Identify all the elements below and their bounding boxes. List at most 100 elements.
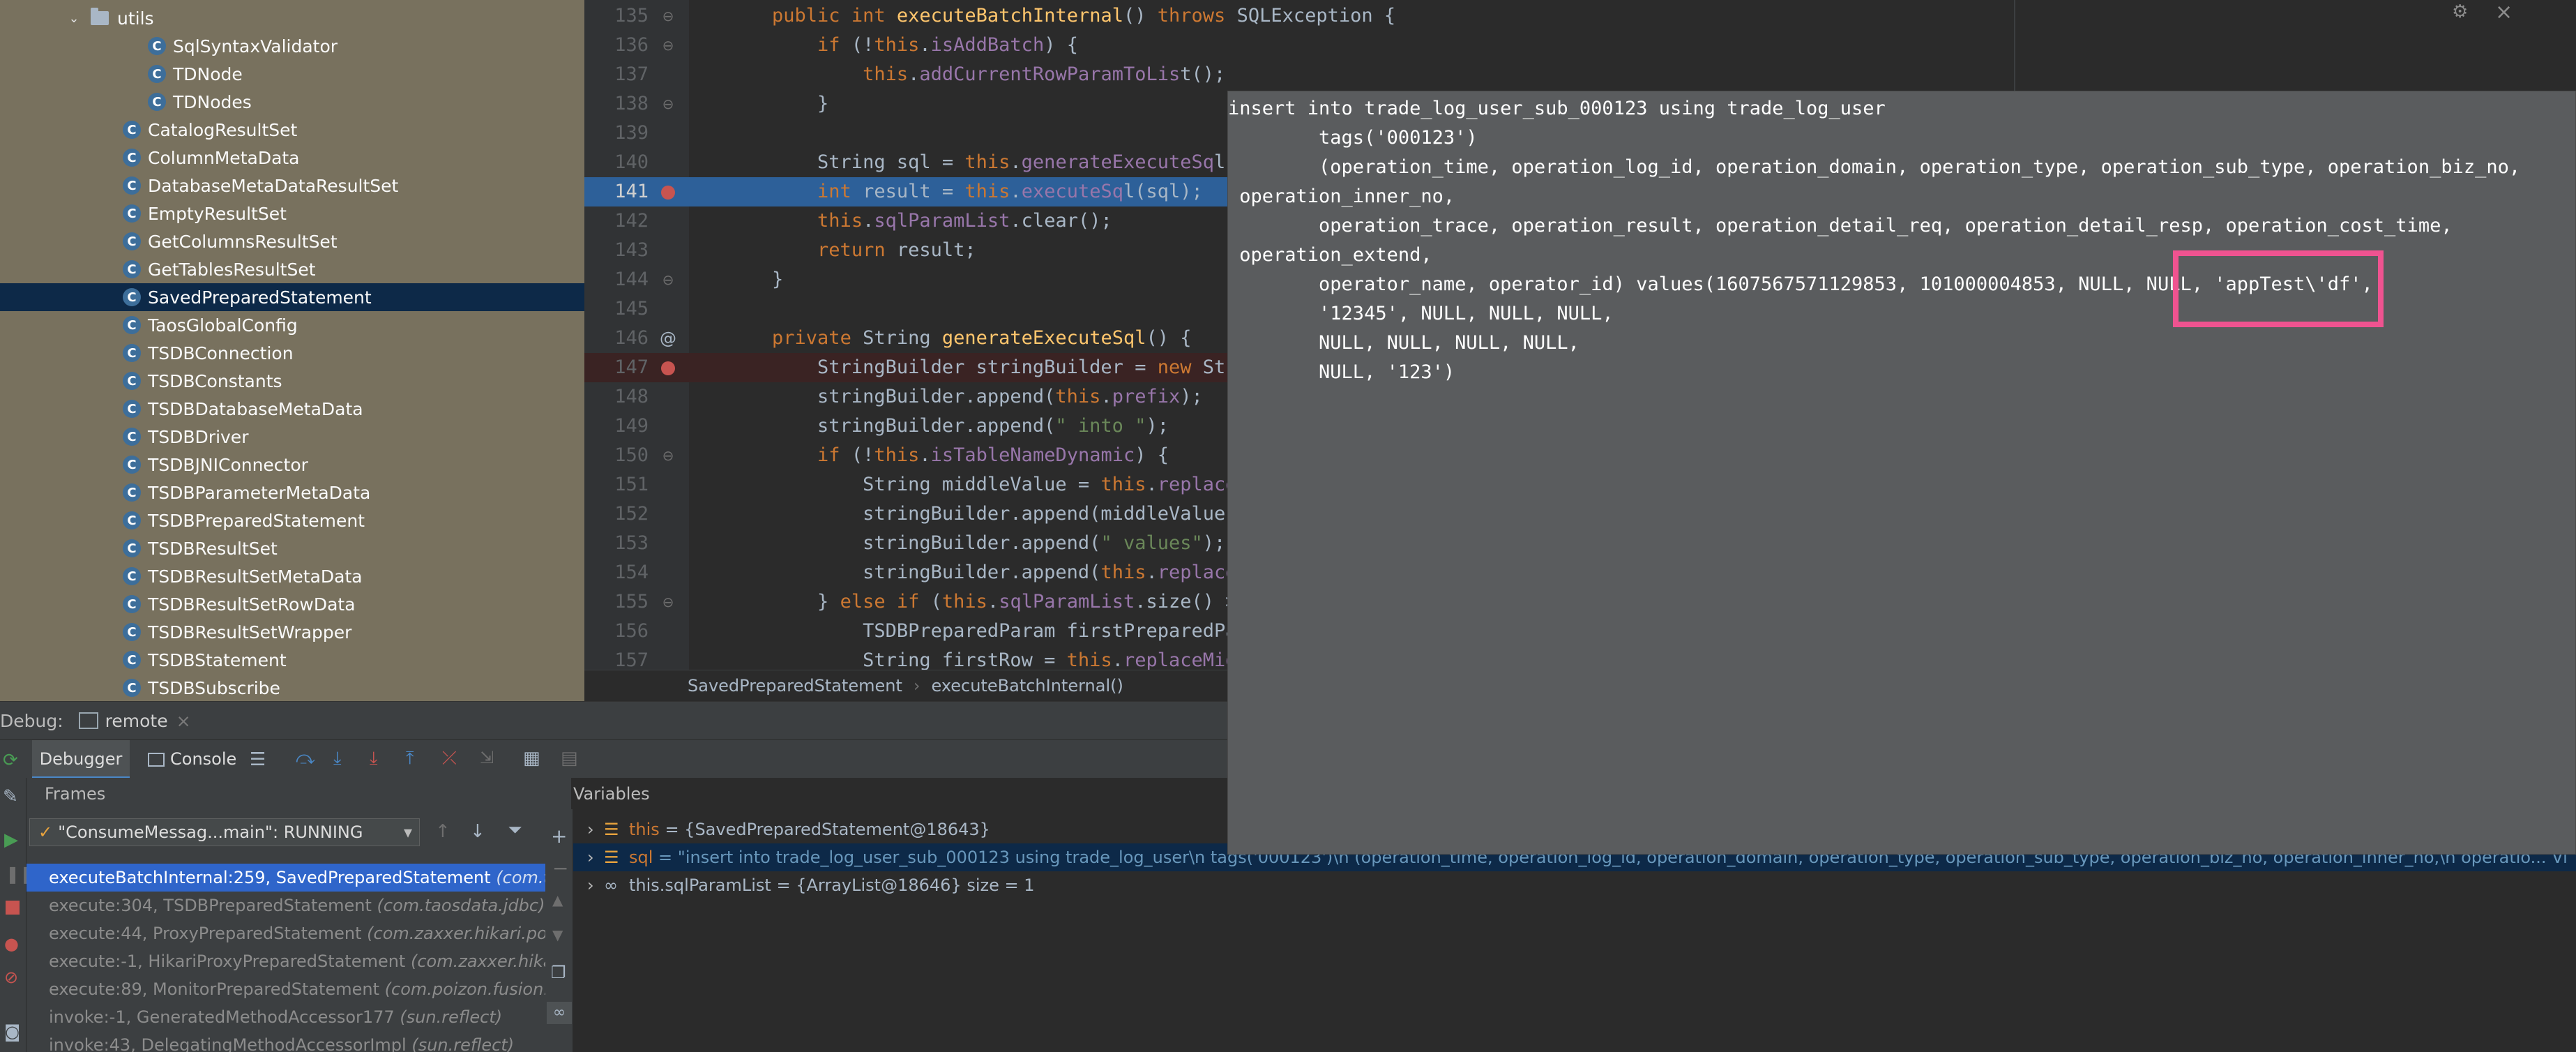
fold-icon[interactable]: ⊖: [660, 89, 676, 119]
tab-console[interactable]: Console: [148, 740, 236, 779]
fold-icon[interactable]: ⊖: [660, 265, 676, 294]
run-to-cursor-icon[interactable]: ⇲: [480, 748, 494, 767]
line-number[interactable]: 141: [584, 177, 649, 206]
view-breakpoints-icon[interactable]: ●: [4, 934, 19, 954]
stop-icon[interactable]: [6, 901, 20, 915]
tree-item[interactable]: C TSDBSubscribe: [0, 674, 584, 701]
move-up-icon[interactable]: ▲: [552, 892, 563, 908]
next-frame-icon[interactable]: ↓: [470, 821, 485, 842]
tree-item[interactable]: C GetTablesResultSet: [0, 255, 584, 283]
camera-icon[interactable]: ◙: [4, 1022, 20, 1042]
tree-item[interactable]: C CatalogResultSet: [0, 116, 584, 144]
tree-item[interactable]: C TSDBDriver: [0, 423, 584, 451]
fold-icon[interactable]: ⊖: [660, 31, 676, 60]
force-step-into-icon[interactable]: ⤓: [370, 748, 378, 769]
breadcrumb-class[interactable]: SavedPreparedStatement: [688, 676, 902, 696]
tree-item[interactable]: C TSDBResultSetWrapper: [0, 618, 584, 646]
thread-selector[interactable]: ✓ "ConsumeMessag...main": RUNNING ▾: [29, 818, 420, 846]
expand-icon[interactable]: ›: [587, 843, 604, 871]
step-over-icon[interactable]: ⤼: [296, 748, 315, 769]
line-number[interactable]: 151: [584, 470, 649, 499]
show-watches-icon[interactable]: ∞: [547, 1002, 572, 1024]
line-number[interactable]: 137: [584, 60, 649, 89]
line-number[interactable]: 149: [584, 412, 649, 441]
tree-item[interactable]: C EmptyResultSet: [0, 200, 584, 227]
stack-frame[interactable]: invoke:43, DelegatingMethodAccessorImpl …: [26, 1031, 571, 1052]
trace-icon[interactable]: ▤: [561, 748, 578, 769]
value-tooltip-popup[interactable]: insert into trade_log_user_sub_000123 us…: [1227, 91, 2576, 855]
line-number[interactable]: 143: [584, 236, 649, 265]
line-number[interactable]: 155: [584, 587, 649, 617]
tree-item[interactable]: C TSDBDatabaseMetaData: [0, 395, 584, 423]
line-number[interactable]: 144: [584, 265, 649, 294]
tree-item[interactable]: ⌄ utils: [0, 4, 584, 32]
tree-item[interactable]: C TDNodes: [0, 88, 584, 116]
copy-icon[interactable]: ❐: [551, 963, 566, 982]
stack-frame[interactable]: execute:304, TSDBPreparedStatement (com.…: [26, 892, 571, 919]
stack-frame[interactable]: execute:44, ProxyPreparedStatement (com.…: [26, 919, 571, 947]
mute-breakpoints-icon[interactable]: ⊘: [4, 968, 18, 987]
tree-item[interactable]: C SqlSyntaxValidator: [0, 32, 584, 60]
line-number[interactable]: 136: [584, 31, 649, 60]
fold-icon[interactable]: ⊖: [660, 1, 676, 31]
settings-icon[interactable]: ✎: [3, 786, 18, 807]
add-watch-icon[interactable]: +: [551, 825, 567, 848]
remove-watch-icon[interactable]: −: [552, 857, 568, 880]
variable-row[interactable]: › ☰ this = {SavedPreparedStatement@18643}: [587, 816, 990, 843]
tree-item[interactable]: C DatabaseMetaDataResultSet: [0, 172, 584, 200]
expand-icon[interactable]: ›: [587, 871, 604, 899]
line-number[interactable]: 148: [584, 382, 649, 412]
inspection-icon[interactable]: ⚙: [2452, 1, 2468, 22]
previous-frame-icon[interactable]: ↑: [435, 821, 450, 842]
close-session-icon[interactable]: ×: [176, 711, 191, 731]
line-number[interactable]: 153: [584, 529, 649, 558]
code-line[interactable]: 137 this.addCurrentRowParamToList();: [584, 60, 2576, 89]
tree-item[interactable]: C TSDBConnection: [0, 339, 584, 367]
tree-item[interactable]: C TSDBResultSet: [0, 534, 584, 562]
line-number[interactable]: 152: [584, 499, 649, 529]
breakpoint-icon[interactable]: [660, 177, 676, 206]
tree-item[interactable]: C TSDBResultSetRowData: [0, 590, 584, 618]
line-number[interactable]: 147: [584, 353, 649, 382]
close-icon[interactable]: ×: [2495, 0, 2513, 24]
stack-frame[interactable]: invoke:-1, GeneratedMethodAccessor177 (s…: [26, 1003, 571, 1031]
filter-icon[interactable]: ⏷: [508, 820, 522, 841]
tab-debugger[interactable]: Debugger: [32, 740, 130, 779]
tree-item[interactable]: C GetColumnsResultSet: [0, 227, 584, 255]
evaluate-expression-icon[interactable]: ▦: [523, 748, 540, 769]
fold-icon[interactable]: ⊖: [660, 441, 676, 470]
breadcrumb-method[interactable]: executeBatchInternal(): [931, 676, 1123, 696]
tree-item[interactable]: C TaosGlobalConfig: [0, 311, 584, 339]
annotation-icon[interactable]: @: [660, 324, 676, 353]
breakpoint-icon[interactable]: [660, 353, 676, 382]
line-number[interactable]: 154: [584, 558, 649, 587]
line-number[interactable]: 142: [584, 206, 649, 236]
tree-item[interactable]: C TSDBParameterMetaData: [0, 479, 584, 506]
line-number[interactable]: 156: [584, 617, 649, 646]
tree-item[interactable]: C TSDBPreparedStatement: [0, 506, 584, 534]
tree-item[interactable]: C SavedPreparedStatement: [0, 283, 584, 311]
drop-frame-icon[interactable]: ⤫: [442, 748, 457, 769]
line-number[interactable]: 135: [584, 1, 649, 31]
line-number[interactable]: 145: [584, 294, 649, 324]
step-into-icon[interactable]: ⤓: [333, 748, 342, 769]
stack-frame[interactable]: execute:-1, HikariProxyPreparedStatement…: [26, 947, 571, 975]
step-out-icon[interactable]: ⤒: [406, 748, 414, 769]
line-number[interactable]: 140: [584, 148, 649, 177]
tree-item[interactable]: C TSDBConstants: [0, 367, 584, 395]
code-line[interactable]: 135 ⊖ public int executeBatchInternal() t…: [584, 1, 2576, 31]
rerun-icon[interactable]: ⟳: [3, 750, 18, 771]
resume-icon[interactable]: ▶: [4, 829, 18, 850]
code-line[interactable]: 136 ⊖ if (!this.isAddBatch) {: [584, 31, 2576, 60]
stack-frame[interactable]: execute:89, MonitorPreparedStatement (co…: [26, 975, 571, 1003]
chevron-down-icon[interactable]: ⌄: [67, 11, 81, 26]
line-number[interactable]: 138: [584, 89, 649, 119]
session-tab[interactable]: remote ×: [78, 711, 191, 731]
line-number[interactable]: 139: [584, 119, 649, 148]
tree-item[interactable]: C TSDBJNIConnector: [0, 451, 584, 479]
move-down-icon[interactable]: ▼: [552, 926, 563, 943]
fold-icon[interactable]: ⊖: [660, 587, 676, 617]
line-number[interactable]: 150: [584, 441, 649, 470]
layout-icon[interactable]: ☰: [250, 749, 266, 770]
line-number[interactable]: 146: [584, 324, 649, 353]
